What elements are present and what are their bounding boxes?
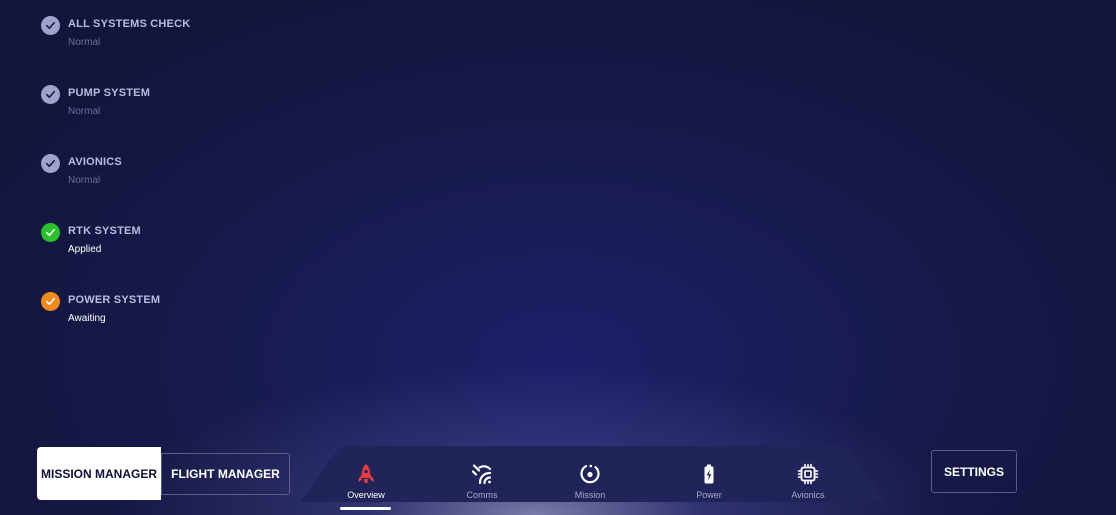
status-item-all-systems-check: ALL SYSTEMS CHECK Normal xyxy=(41,16,261,56)
mission-manager-button[interactable]: MISSION MANAGER xyxy=(37,447,161,500)
check-icon xyxy=(41,223,60,242)
nav-label: Avionics xyxy=(791,490,825,500)
status-subtitle: Normal xyxy=(68,175,101,186)
active-tab-indicator xyxy=(340,507,391,510)
status-title: AVIONICS xyxy=(68,156,122,168)
check-icon xyxy=(41,154,60,173)
status-subtitle: Normal xyxy=(68,106,101,117)
status-item-rtk-system: RTK SYSTEM Applied xyxy=(41,223,261,263)
battery-charging-icon xyxy=(704,464,714,484)
mission-target-icon xyxy=(580,464,600,484)
nav-item-overview[interactable]: Overview xyxy=(326,446,406,510)
status-item-pump-system: PUMP SYSTEM Normal xyxy=(41,85,261,125)
nav-label: Overview xyxy=(347,490,385,500)
nav-label: Mission xyxy=(574,490,606,500)
nav-item-power[interactable]: Power xyxy=(669,446,749,502)
status-title: RTK SYSTEM xyxy=(68,225,141,237)
check-icon xyxy=(41,16,60,35)
signal-icon xyxy=(471,464,492,485)
status-title: PUMP SYSTEM xyxy=(68,87,151,99)
check-icon xyxy=(41,85,60,104)
nav-item-mission[interactable]: Mission xyxy=(550,446,630,502)
nav-label: Power xyxy=(696,490,722,500)
status-item-avionics: AVIONICS Normal xyxy=(41,154,261,194)
status-subtitle: Awaiting xyxy=(68,313,106,324)
bottom-nav-bar: Overview Comms Mission Power Avionics xyxy=(300,446,886,510)
nav-item-avionics[interactable]: Avionics xyxy=(768,446,848,502)
status-title: POWER SYSTEM xyxy=(68,294,161,306)
status-item-power-system: POWER SYSTEM Awaiting xyxy=(41,292,261,332)
check-icon xyxy=(41,292,60,311)
nav-item-comms[interactable]: Comms xyxy=(442,446,522,502)
nav-label: Comms xyxy=(466,490,498,500)
status-subtitle: Normal xyxy=(68,37,101,48)
status-subtitle: Applied xyxy=(68,244,102,255)
rocket-icon xyxy=(358,464,374,483)
status-title: ALL SYSTEMS CHECK xyxy=(68,18,191,30)
flight-manager-button[interactable]: FLIGHT MANAGER xyxy=(161,453,290,495)
chip-icon xyxy=(797,463,819,485)
settings-button[interactable]: SETTINGS xyxy=(931,450,1017,493)
